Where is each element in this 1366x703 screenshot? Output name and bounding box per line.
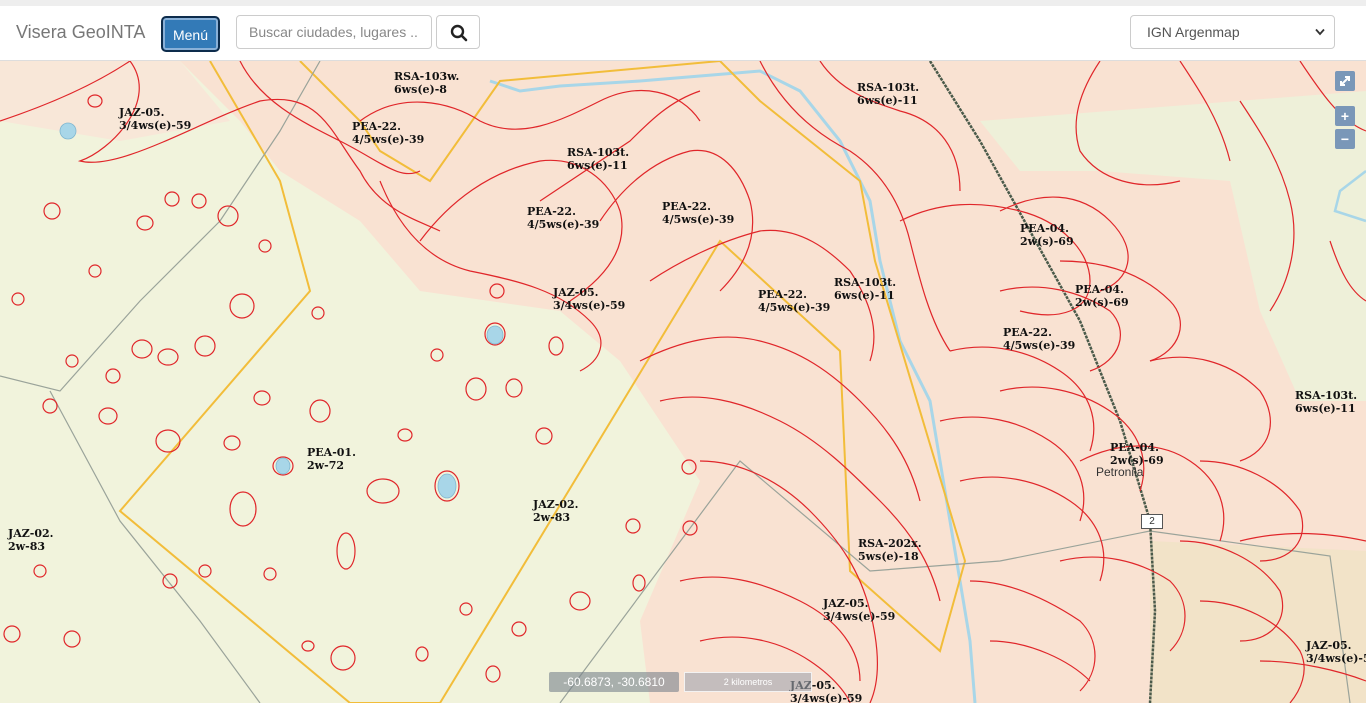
soil-label: JAZ-05.3/4ws(e)-59 xyxy=(553,286,626,312)
soil-label: RSA-103w. 6ws(e)-8 xyxy=(394,70,460,96)
scale-bar: 2 kilometros xyxy=(684,672,812,692)
soil-label: RSA-103t. 6ws(e)-11 xyxy=(1295,389,1358,415)
fullscreen-icon xyxy=(1340,76,1350,86)
menu-button[interactable]: Menú xyxy=(161,16,220,52)
soil-label: RSA-202x. 5ws(e)-18 xyxy=(858,537,922,563)
zoom-in-button[interactable]: + xyxy=(1335,106,1355,126)
soil-label: PEA-22. 4/5ws(e)-39 xyxy=(1003,326,1076,352)
base-layer-select[interactable]: IGN Argenmap xyxy=(1130,15,1335,49)
soil-label: PEA-22. 4/5ws(e)-39 xyxy=(352,120,425,146)
map-base-layer xyxy=(0,61,1366,703)
search-input[interactable] xyxy=(236,15,432,49)
soil-label: JAZ-05.3/4ws(e)-59 xyxy=(1306,639,1366,665)
soil-label: PEA-04. 2w(s)-69 xyxy=(1020,222,1074,248)
road-2 xyxy=(49,390,261,703)
zoom-out-button[interactable]: − xyxy=(1335,129,1355,149)
zoom-in-icon: + xyxy=(1340,108,1350,124)
route-shield: 2 xyxy=(1141,514,1163,529)
soil-label: RSA-103t. 6ws(e)-11 xyxy=(567,146,630,172)
soil-label: JAZ-05.3/4ws(e)-59 xyxy=(823,597,896,623)
map-canvas[interactable]: RSA-103w. 6ws(e)-8 JAZ-05. 3/4ws(e)-59 PEA… xyxy=(0,61,1366,703)
soil-label: JAZ-05.3/4ws(e)-59 xyxy=(119,106,192,132)
soil-label: PEA-01. 2w-72 xyxy=(307,446,356,472)
soil-label: JAZ-02. 2w-83 xyxy=(8,527,54,553)
search-icon xyxy=(450,24,468,42)
chevron-down-icon xyxy=(1315,28,1325,36)
soil-label: PEA-22. 4/5ws(e)-39 xyxy=(758,288,831,314)
soil-label: RSA-103t. 6ws(e)-11 xyxy=(834,276,897,302)
soil-label: PEA-22. 4/5ws(e)-39 xyxy=(662,200,735,226)
soil-label: PEA-22. 4/5ws(e)-39 xyxy=(527,205,600,231)
soil-label: JAZ-02. 2w-83 xyxy=(533,498,579,524)
town-label: Petronila xyxy=(1096,465,1144,479)
green-zone-right xyxy=(1150,541,1366,703)
coordinates-readout: -60.6873, -30.6810 xyxy=(549,672,679,692)
soil-label: PEA-04. 2w(s)-69 xyxy=(1110,441,1164,467)
fullscreen-button[interactable] xyxy=(1335,71,1355,91)
app-title: Visera GeoINTA xyxy=(16,22,146,42)
soil-label: RSA-103t. 6ws(e)-11 xyxy=(857,81,920,107)
top-navbar: Visera GeoINTA Menú IGN Argenmap xyxy=(0,0,1366,61)
base-layer-value: IGN Argenmap xyxy=(1147,24,1240,40)
search-button[interactable] xyxy=(436,15,480,49)
soil-label: PEA-04. 2w(s)-69 xyxy=(1075,283,1129,309)
zoom-out-icon: − xyxy=(1340,131,1350,147)
